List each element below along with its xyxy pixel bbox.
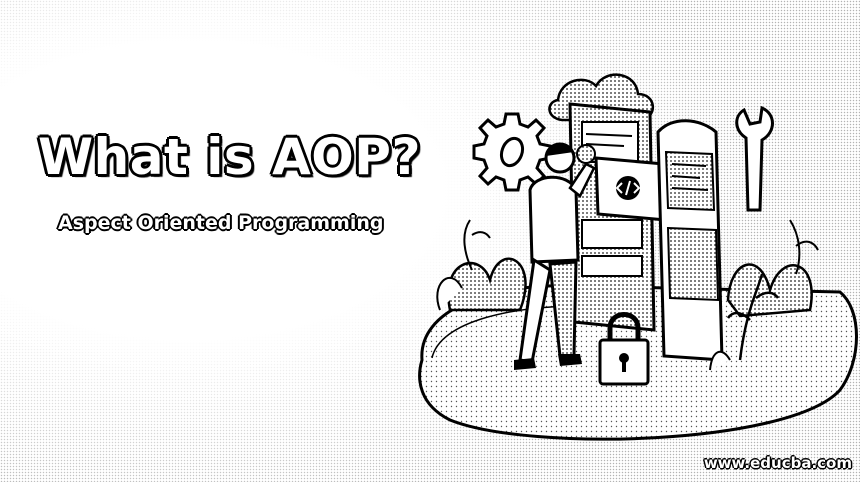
code-window <box>594 156 668 222</box>
code-icon <box>615 176 641 200</box>
page-subtitle: Aspect Oriented Programming <box>58 212 384 234</box>
screen-panel-right <box>656 119 724 362</box>
wrench-icon <box>735 105 774 212</box>
site-watermark: www.educba.com <box>703 454 852 472</box>
page-title: What is AOP? <box>38 128 421 186</box>
shrub-left <box>436 219 527 312</box>
aop-illustration <box>418 73 858 441</box>
